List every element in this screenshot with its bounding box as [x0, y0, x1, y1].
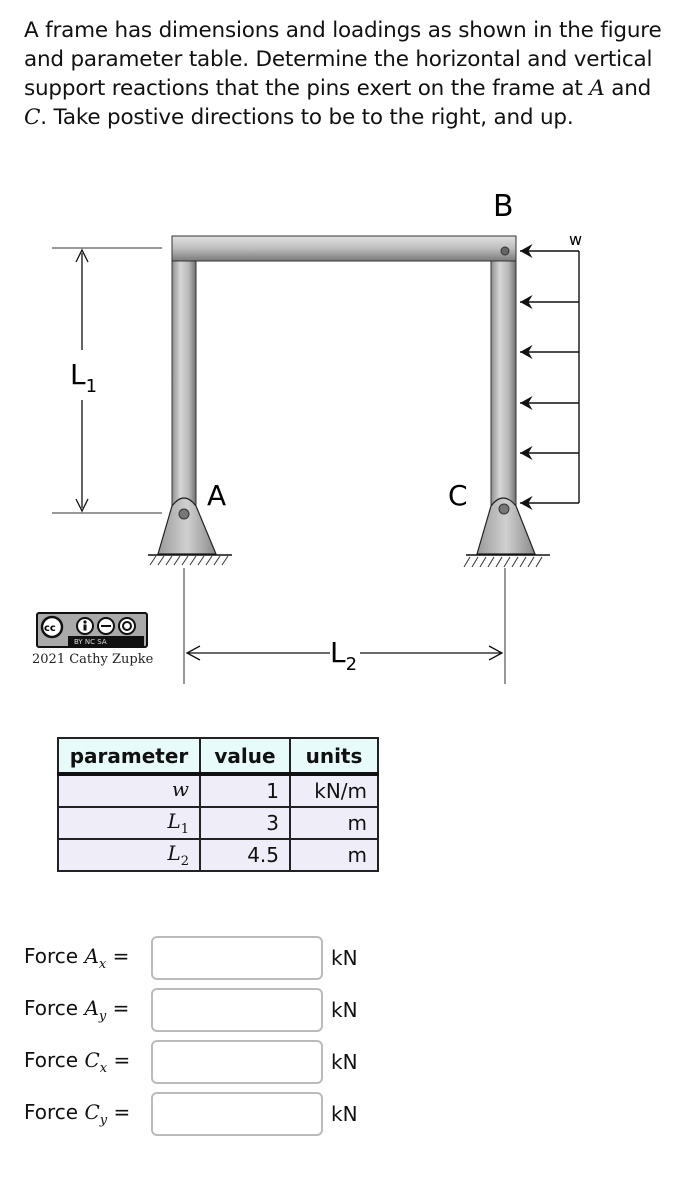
label-l2-sub: 2: [346, 654, 357, 675]
param-cell: L1: [57, 806, 201, 840]
param-subscript: 1: [180, 822, 189, 837]
label-b: B: [493, 189, 514, 224]
answer-label: Force Cx =: [24, 1048, 151, 1076]
label-eq: =: [106, 996, 130, 1020]
copyright-credit: 2021 Cathy Zupke: [32, 652, 154, 667]
units-cell: m: [289, 806, 379, 840]
value-cell: 3: [199, 806, 291, 840]
prompt-text-and: and: [604, 76, 652, 101]
label-eq: =: [106, 944, 130, 968]
unit-label: kN: [331, 998, 358, 1022]
var-a: A: [589, 76, 605, 101]
distributed-load: [520, 244, 580, 510]
sa-icon: [118, 617, 136, 635]
label-prefix: Force: [24, 1048, 85, 1072]
label-prefix: Force: [24, 1100, 85, 1124]
label-l1-main: L: [70, 358, 86, 391]
label-l1-sub: 1: [86, 376, 97, 397]
force-cx-input[interactable]: [151, 1040, 323, 1084]
table-row: L2 4.5 m: [57, 838, 379, 872]
answer-row-ax: Force Ax = kN: [24, 936, 358, 980]
label-eq: =: [107, 1048, 131, 1072]
header-value: value: [199, 737, 291, 776]
label-var: A: [84, 944, 99, 968]
value-cell: 1: [199, 773, 291, 808]
answer-row-cx: Force Cx = kN: [24, 1040, 358, 1084]
label-var: C: [84, 1048, 100, 1072]
frame-members: [171, 235, 517, 507]
header-parameter: parameter: [57, 737, 201, 776]
answer-label: Force Cy =: [24, 1100, 151, 1128]
force-ax-input[interactable]: [151, 936, 323, 980]
units-cell: m: [289, 838, 379, 872]
param-symbol: L: [167, 841, 181, 865]
label-c: C: [448, 479, 468, 512]
cc-icons: cc BY NC SA: [40, 615, 144, 646]
unit-label: kN: [331, 1050, 358, 1074]
units-cell: kN/m: [289, 773, 379, 808]
parameter-table: parameter value units w 1 kN/m L1 3 m L2…: [57, 737, 379, 872]
label-a: A: [207, 479, 226, 512]
unit-label: kN: [331, 1102, 358, 1126]
var-c: C: [24, 105, 41, 130]
label-w: w: [569, 230, 582, 249]
answer-label: Force Ax =: [24, 944, 151, 972]
table-row: w 1 kN/m: [57, 773, 379, 808]
header-units: units: [289, 737, 379, 776]
question-prompt: A frame has dimensions and loadings as s…: [24, 16, 674, 132]
label-l2-main: L: [330, 636, 346, 669]
dimension-l1: [52, 247, 162, 514]
table-header-row: parameter value units: [57, 737, 379, 776]
param-cell: L2: [57, 838, 201, 872]
param-symbol: L: [167, 809, 181, 833]
table-row: L1 3 m: [57, 806, 379, 840]
label-var: A: [84, 996, 99, 1020]
value-cell: 4.5: [199, 838, 291, 872]
cc-terms: BY NC SA: [74, 638, 107, 646]
param-symbol: w: [171, 777, 189, 801]
force-cy-input[interactable]: [151, 1092, 323, 1136]
prompt-text-2: . Take postive directions to be to the r…: [40, 105, 574, 130]
cc-license-badge: cc BY NC SA: [36, 612, 148, 648]
label-l2: L2: [330, 636, 357, 675]
param-cell: w: [57, 773, 201, 808]
force-ay-input[interactable]: [151, 988, 323, 1032]
support-c: [463, 497, 550, 568]
label-prefix: Force: [24, 944, 85, 968]
prompt-text-1: A frame has dimensions and loadings as s…: [24, 18, 662, 101]
label-eq: =: [107, 1100, 131, 1124]
label-prefix: Force: [24, 996, 85, 1020]
answer-label: Force Ay =: [24, 996, 151, 1024]
cc-icon: cc: [44, 623, 56, 634]
unit-label: kN: [331, 946, 358, 970]
answer-row-ay: Force Ay = kN: [24, 988, 358, 1032]
answer-row-cy: Force Cy = kN: [24, 1092, 358, 1136]
pin-b: [500, 246, 510, 256]
param-subscript: 2: [180, 854, 189, 869]
label-var: C: [84, 1100, 100, 1124]
label-l1: L1: [70, 358, 97, 397]
